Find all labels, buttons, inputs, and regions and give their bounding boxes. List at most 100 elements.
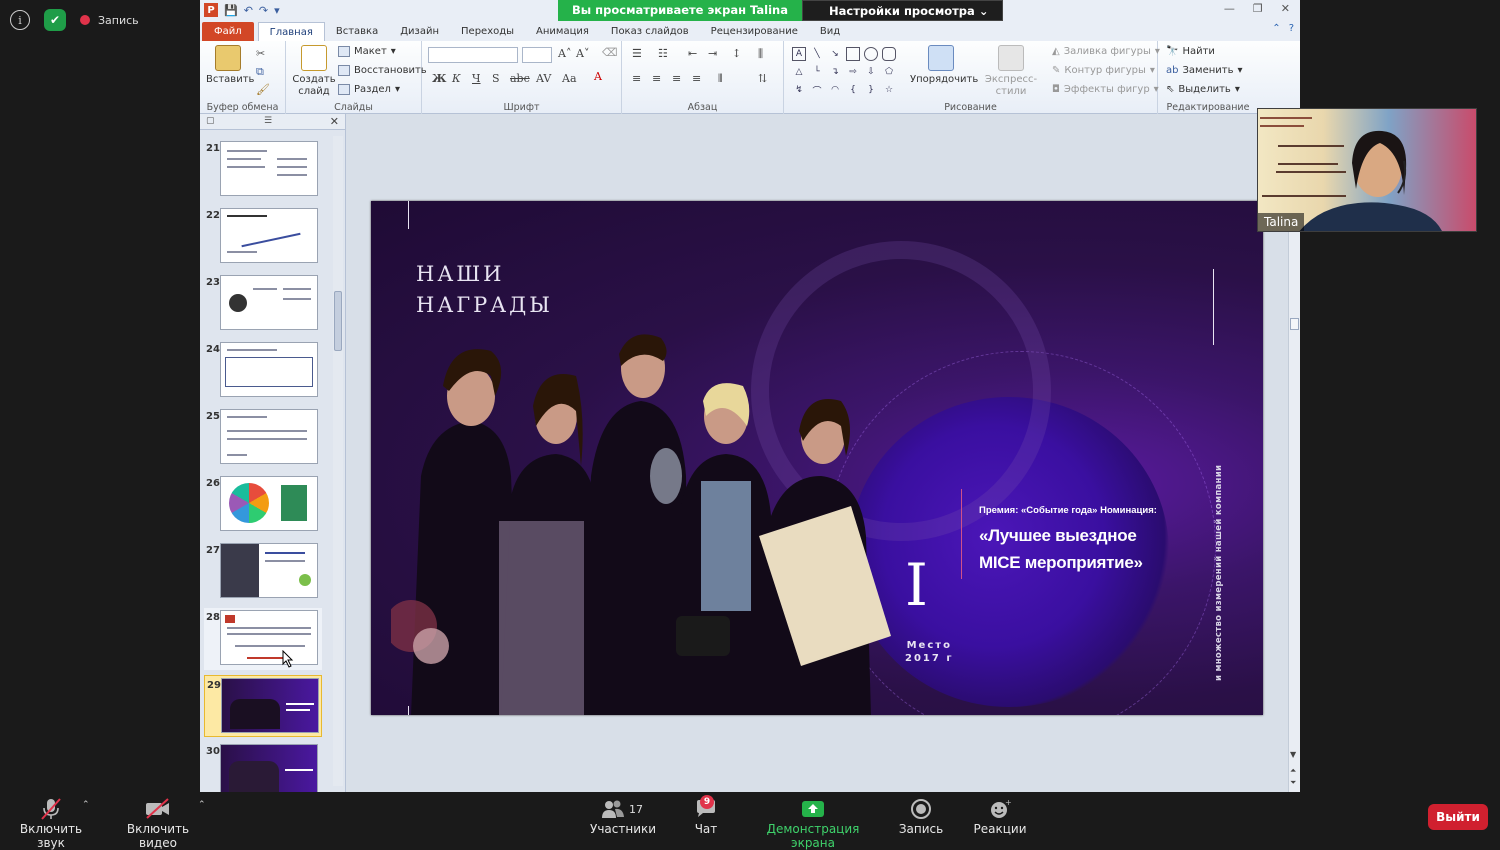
powerpoint-logo-icon[interactable]: P [204, 3, 218, 17]
arc-shape-icon[interactable]: ◠ [828, 83, 842, 97]
align-left-icon[interactable]: ≡ [632, 72, 641, 85]
undo-icon[interactable]: ↶ [244, 4, 253, 17]
star-shape-icon[interactable]: ☆ [882, 83, 896, 97]
brace-shape-icon[interactable]: { [846, 83, 860, 97]
textbox-shape-icon[interactable]: A [792, 47, 806, 61]
prev-slide-icon[interactable]: ⏶ [1290, 766, 1296, 776]
spacing-icon[interactable]: AV [536, 72, 551, 85]
redo-icon[interactable]: ↷ [259, 4, 268, 17]
oval-shape-icon[interactable] [864, 47, 878, 61]
thumbnails-scrollbar[interactable] [333, 136, 343, 786]
rectangle-shape-icon[interactable] [846, 47, 860, 61]
shape-effects-button[interactable]: ◘ Эффекты фигур ▾ [1052, 84, 1159, 95]
close-pane-icon[interactable]: ✕ [330, 115, 339, 128]
tab-slideshow[interactable]: Показ слайдов [600, 22, 700, 41]
participants-button[interactable]: 17 Участники [590, 796, 656, 836]
vertical-side-text[interactable]: и множество измерений нашей компании [1214, 465, 1224, 681]
arrow-shape-icon[interactable]: ↘ [828, 47, 842, 61]
share-screen-button[interactable]: Демонстрация экрана [748, 796, 878, 850]
bullets-icon[interactable]: ☰ [632, 47, 642, 60]
scrollbar-thumb[interactable] [334, 291, 342, 351]
elbow-shape-icon[interactable]: └ [810, 65, 824, 79]
tab-design[interactable]: Дизайн [389, 22, 450, 41]
down-arrow-shape-icon[interactable]: ⇩ [864, 65, 878, 79]
thumbnail-22[interactable]: 22 [204, 206, 322, 268]
font-size-select[interactable] [522, 47, 552, 63]
rounded-rect-shape-icon[interactable] [882, 47, 896, 61]
shield-icon[interactable]: ✔ [44, 9, 66, 31]
thumbnail-24[interactable]: 24 [204, 340, 322, 402]
strikethrough-icon[interactable]: abc [510, 72, 530, 85]
decrease-indent-icon[interactable]: ⇤ [688, 47, 697, 60]
save-icon[interactable]: 💾 [224, 4, 238, 17]
italic-icon[interactable]: К [452, 72, 461, 85]
right-arrow-shape-icon[interactable]: ⇨ [846, 65, 860, 79]
line-spacing-icon[interactable]: ↕ [732, 47, 741, 60]
thumbnail-26[interactable]: 26 [204, 474, 322, 536]
tab-home[interactable]: Главная [257, 22, 325, 41]
next-slide-icon[interactable]: ⏷ [1290, 778, 1296, 788]
award-name-text[interactable]: «Лучшее выездное MICE мероприятие» [979, 522, 1179, 576]
thumbnail-25[interactable]: 25 [204, 407, 322, 469]
thumbnail-27[interactable]: 27 [204, 541, 322, 603]
increase-indent-icon[interactable]: ⇥ [708, 47, 717, 60]
justify-icon[interactable]: ≡ [692, 72, 701, 85]
thumbnail-30[interactable]: 30 [204, 742, 322, 792]
scroll-down-icon[interactable]: ▼ [1290, 750, 1296, 759]
columns-icon[interactable]: ⫼ [758, 47, 763, 61]
arrange-button[interactable]: Упорядочить [910, 45, 978, 86]
tab-transitions[interactable]: Переходы [450, 22, 525, 41]
shrink-font-icon[interactable]: A˅ [576, 47, 589, 60]
tab-insert[interactable]: Вставка [325, 22, 389, 41]
recording-indicator[interactable]: Запись [80, 14, 139, 27]
reactions-button[interactable]: + Реакции [970, 796, 1030, 836]
line-shape-icon[interactable]: ╲ [810, 47, 824, 61]
tab-file[interactable]: Файл [202, 22, 254, 41]
award-prize-text[interactable]: Премия: «Событие года» Номинация: [979, 505, 1157, 516]
layout-button[interactable]: Макет ▾ [338, 46, 396, 57]
freeform-shape-icon[interactable]: ↯ [792, 83, 806, 97]
collapse-ribbon-icon[interactable]: ⌃ [1272, 23, 1280, 34]
new-slide-button[interactable]: Создать слайд [292, 45, 336, 98]
text-direction-icon[interactable]: ⇅ [758, 72, 767, 85]
slide-title[interactable]: НАШИ НАГРАДЫ [416, 259, 553, 321]
font-color-icon[interactable]: A [594, 70, 602, 83]
audio-options-icon[interactable]: ⌃ [82, 800, 90, 810]
shadow-icon[interactable]: S [492, 72, 500, 85]
shape-fill-button[interactable]: ◭ Заливка фигуры ▾ [1052, 46, 1160, 57]
change-case-icon[interactable]: Aa [562, 72, 577, 85]
copy-icon[interactable]: ⧉ [256, 65, 264, 79]
restore-icon[interactable]: ❐ [1253, 2, 1263, 15]
select-button[interactable]: ⇖ Выделить ▾ [1166, 84, 1240, 95]
slide-29-canvas[interactable]: НАШИ НАГРАДЫ Премия: «Событие года» Номи… [371, 201, 1263, 715]
clear-format-icon[interactable]: ⌫ [602, 46, 618, 59]
pentagon-shape-icon[interactable]: ⬠ [882, 65, 896, 79]
underline-icon[interactable]: Ч [472, 72, 481, 85]
participant-video-tile[interactable]: Talina [1257, 108, 1477, 232]
shape-outline-button[interactable]: ✎ Контур фигуры ▾ [1052, 65, 1155, 76]
grow-font-icon[interactable]: A˄ [558, 47, 571, 60]
help-icon[interactable]: ? [1289, 23, 1294, 34]
bracket-shape-icon[interactable]: } [864, 83, 878, 97]
slides-tab-icon[interactable]: ▢ [206, 116, 215, 126]
find-button[interactable]: 🔭 Найти [1166, 46, 1215, 57]
quick-styles-button[interactable]: Экспресс-стили [974, 45, 1048, 98]
start-video-button[interactable]: Включить видео [110, 796, 206, 850]
curve-shape-icon[interactable]: ⌒ [810, 83, 824, 97]
paste-button[interactable]: Вставить [206, 45, 254, 86]
outline-tab-icon[interactable]: ☰ [264, 116, 272, 126]
record-button[interactable]: Запись [896, 796, 946, 836]
thumbnail-28[interactable]: 28 [204, 608, 322, 670]
reset-button[interactable]: Восстановить [338, 65, 427, 76]
thumbnail-23[interactable]: 23 [204, 273, 322, 335]
font-family-select[interactable] [428, 47, 518, 63]
view-options-button[interactable]: Настройки просмотра ⌄ [802, 0, 1004, 21]
info-icon[interactable]: i [10, 10, 30, 30]
place-caption[interactable]: Место 2017 г [905, 639, 954, 665]
chat-button[interactable]: 9 Чат [686, 795, 726, 836]
slide-editor[interactable]: ▼ ⏶ ⏷ НАШИ НАГРАДЫ Премия: «Событие года… [346, 114, 1300, 792]
close-icon[interactable]: ✕ [1281, 2, 1290, 15]
bold-icon[interactable]: Ж [432, 72, 446, 85]
section-button[interactable]: Раздел ▾ [338, 84, 400, 95]
tab-review[interactable]: Рецензирование [700, 22, 809, 41]
